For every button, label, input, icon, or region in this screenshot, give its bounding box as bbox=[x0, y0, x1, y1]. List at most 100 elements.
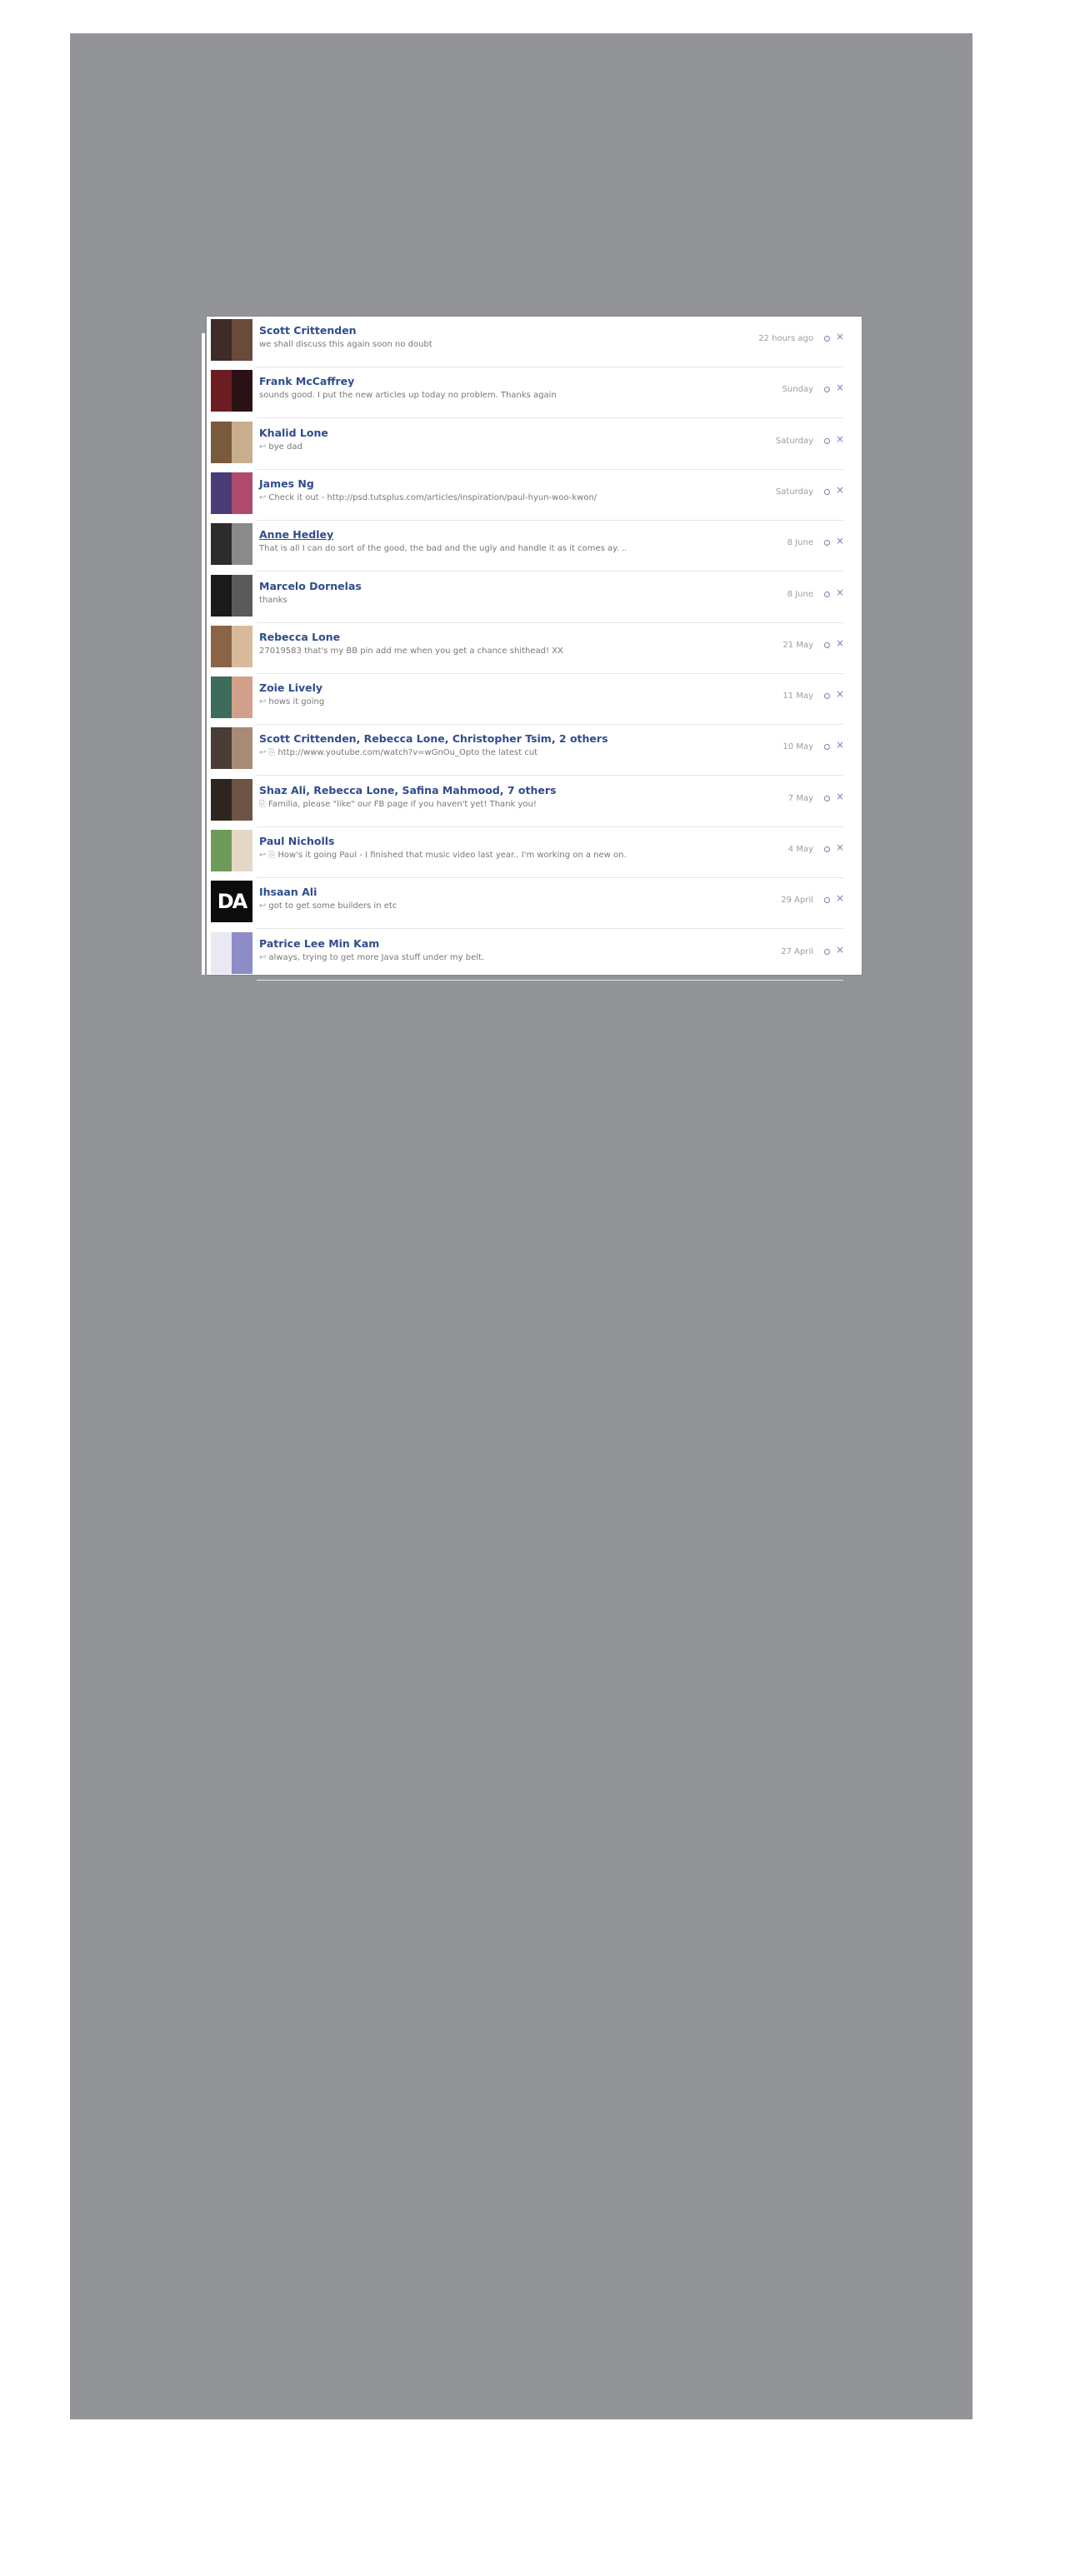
message-row[interactable]: Zoie Lively ↩ hows it going 11 May × bbox=[207, 674, 862, 726]
close-icon[interactable]: × bbox=[836, 332, 844, 342]
snippet-text: we shall discuss this again soon no doub… bbox=[259, 340, 432, 349]
close-icon[interactable]: × bbox=[836, 587, 844, 597]
message-row[interactable]: Rebecca Lone 27019583 that's my BB pin ad… bbox=[207, 623, 862, 674]
message-snippet: ↩ ⎘ http://www.youtube.com/watch?v=wGnOu_O… bbox=[259, 748, 538, 757]
avatar[interactable] bbox=[211, 421, 252, 463]
sender-name[interactable]: Patrice Lee Min Kam bbox=[259, 937, 379, 950]
avatar[interactable] bbox=[211, 625, 252, 667]
message-row[interactable]: Shaz Ali, Rebecca Lone, Safina Mahmood, … bbox=[207, 776, 862, 827]
timestamp: 7 May bbox=[788, 793, 813, 803]
close-icon[interactable]: × bbox=[836, 382, 844, 392]
timestamp: 10 May bbox=[782, 742, 813, 752]
close-icon[interactable]: × bbox=[836, 945, 844, 955]
circle-icon[interactable] bbox=[824, 540, 830, 547]
snippet-text: http://www.youtube.com/watch?v=wGnOu_Opt… bbox=[278, 748, 538, 758]
reply-arrow-icon: ↩ bbox=[259, 697, 267, 707]
reply-arrow-icon: ↩ bbox=[259, 748, 267, 758]
close-icon[interactable]: × bbox=[836, 791, 844, 801]
circle-icon[interactable] bbox=[824, 437, 830, 444]
sender-name[interactable]: Frank McCaffrey bbox=[259, 375, 354, 387]
snippet-text: 27019583 that's my BB pin add me when yo… bbox=[259, 646, 563, 656]
close-icon[interactable]: × bbox=[836, 842, 844, 852]
avatar[interactable] bbox=[211, 676, 252, 719]
close-icon[interactable]: × bbox=[836, 740, 844, 750]
circle-icon[interactable] bbox=[824, 948, 830, 955]
circle-icon[interactable] bbox=[824, 387, 830, 393]
message-snippet: ⎘ Familia, please "like" our FB page if y… bbox=[259, 800, 537, 809]
reply-arrow-icon: ↩ bbox=[259, 492, 267, 502]
message-snippet: ↩ always, trying to get more Java stuff u… bbox=[259, 953, 484, 962]
close-icon[interactable]: × bbox=[836, 689, 844, 699]
message-snippet: thanks bbox=[259, 596, 288, 605]
message-row[interactable]: James Ng ↩ Check it out - http://psd.tutsp… bbox=[207, 470, 862, 521]
snippet-text: always, trying to get more Java stuff un… bbox=[268, 952, 485, 962]
message-row[interactable]: Frank McCaffrey sounds good. I put the ne… bbox=[207, 367, 862, 419]
message-row[interactable]: Patrice Lee Min Kam ↩ always, trying to ge… bbox=[207, 930, 862, 981]
sender-name[interactable]: Scott Crittenden bbox=[259, 324, 357, 337]
timestamp: Saturday bbox=[775, 436, 813, 446]
message-snippet: 27019583 that's my BB pin add me when yo… bbox=[259, 646, 563, 656]
reply-arrow-icon: ↩ bbox=[259, 901, 267, 911]
circle-icon[interactable] bbox=[824, 846, 830, 852]
circle-icon[interactable] bbox=[824, 591, 830, 597]
message-row[interactable]: Scott Crittenden we shall discuss this ag… bbox=[207, 317, 862, 367]
message-snippet: ↩ bye dad bbox=[259, 442, 302, 452]
sender-name[interactable]: Paul Nicholls bbox=[259, 835, 334, 847]
avatar[interactable] bbox=[211, 931, 252, 974]
circle-icon[interactable] bbox=[824, 488, 830, 495]
sender-name[interactable]: Marcelo Dornelas bbox=[259, 580, 362, 592]
circle-icon[interactable] bbox=[824, 897, 830, 904]
message-row[interactable]: Scott Crittenden, Rebecca Lone, Christop… bbox=[207, 725, 862, 776]
sender-name[interactable]: Rebecca Lone bbox=[259, 631, 340, 643]
snippet-text: How's it going Paul - I finished that mu… bbox=[278, 851, 626, 860]
snippet-text: bye dad bbox=[268, 442, 302, 452]
message-row[interactable]: Khalid Lone ↩ bye dad Saturday × bbox=[207, 419, 862, 470]
avatar[interactable] bbox=[211, 370, 252, 412]
avatar[interactable] bbox=[211, 574, 252, 617]
avatar[interactable] bbox=[211, 830, 252, 871]
circle-icon[interactable] bbox=[824, 336, 830, 342]
circle-icon[interactable] bbox=[824, 795, 830, 801]
circle-icon[interactable] bbox=[824, 642, 830, 648]
timestamp: 8 June bbox=[787, 589, 813, 599]
snippet-text: sounds good. I put the new articles up t… bbox=[259, 391, 557, 401]
sender-name[interactable]: Shaz Ali, Rebecca Lone, Safina Mahmood, … bbox=[259, 784, 556, 796]
timestamp: 4 May bbox=[788, 845, 813, 854]
avatar[interactable] bbox=[211, 778, 252, 821]
snippet-text: hows it going bbox=[268, 697, 325, 707]
message-snippet: sounds good. I put the new articles up t… bbox=[259, 391, 557, 400]
avatar[interactable] bbox=[211, 523, 252, 566]
message-row[interactable]: DA Ihsaan Ali ↩ got to get some builders in… bbox=[207, 878, 862, 930]
message-snippet: That is all I can do sort of the good, t… bbox=[259, 544, 626, 553]
timestamp: 11 May bbox=[782, 691, 813, 701]
avatar[interactable] bbox=[211, 319, 252, 361]
messages-panel: Scott Crittenden we shall discuss this ag… bbox=[202, 317, 862, 981]
avatar-logo-text: DA bbox=[217, 890, 248, 914]
paperclip-icon: ⎘ bbox=[268, 748, 276, 758]
circle-icon[interactable] bbox=[824, 744, 830, 751]
snippet-text: Check it out - http://psd.tutsplus.com/a… bbox=[268, 492, 598, 502]
circle-icon[interactable] bbox=[824, 693, 830, 700]
message-row[interactable]: Paul Nicholls ↩ ⎘ How's it going Paul - I f… bbox=[207, 827, 862, 878]
close-icon[interactable]: × bbox=[836, 485, 844, 495]
sender-name[interactable]: Khalid Lone bbox=[259, 427, 328, 439]
sender-name[interactable]: Anne Hedley bbox=[259, 528, 333, 541]
close-icon[interactable]: × bbox=[836, 434, 844, 444]
message-snippet: ↩ got to get some builders in etc bbox=[259, 901, 397, 911]
avatar[interactable] bbox=[211, 727, 252, 770]
sender-name[interactable]: Scott Crittenden, Rebecca Lone, Christop… bbox=[259, 732, 608, 745]
close-icon[interactable]: × bbox=[836, 893, 844, 903]
close-icon[interactable]: × bbox=[836, 638, 844, 648]
timestamp: Sunday bbox=[782, 385, 813, 395]
message-row[interactable]: Marcelo Dornelas thanks 8 June × bbox=[207, 572, 862, 623]
close-icon[interactable]: × bbox=[836, 536, 844, 546]
sender-name[interactable]: James Ng bbox=[259, 477, 314, 490]
reply-arrow-icon: ↩ bbox=[259, 851, 267, 860]
timestamp: 29 April bbox=[781, 896, 813, 906]
avatar[interactable]: DA bbox=[211, 881, 252, 923]
avatar[interactable] bbox=[211, 472, 252, 514]
panel-edge bbox=[202, 333, 205, 975]
message-row[interactable]: Anne Hedley That is all I can do sort of … bbox=[207, 521, 862, 572]
sender-name[interactable]: Ihsaan Ali bbox=[259, 886, 317, 898]
sender-name[interactable]: Zoie Lively bbox=[259, 681, 322, 694]
